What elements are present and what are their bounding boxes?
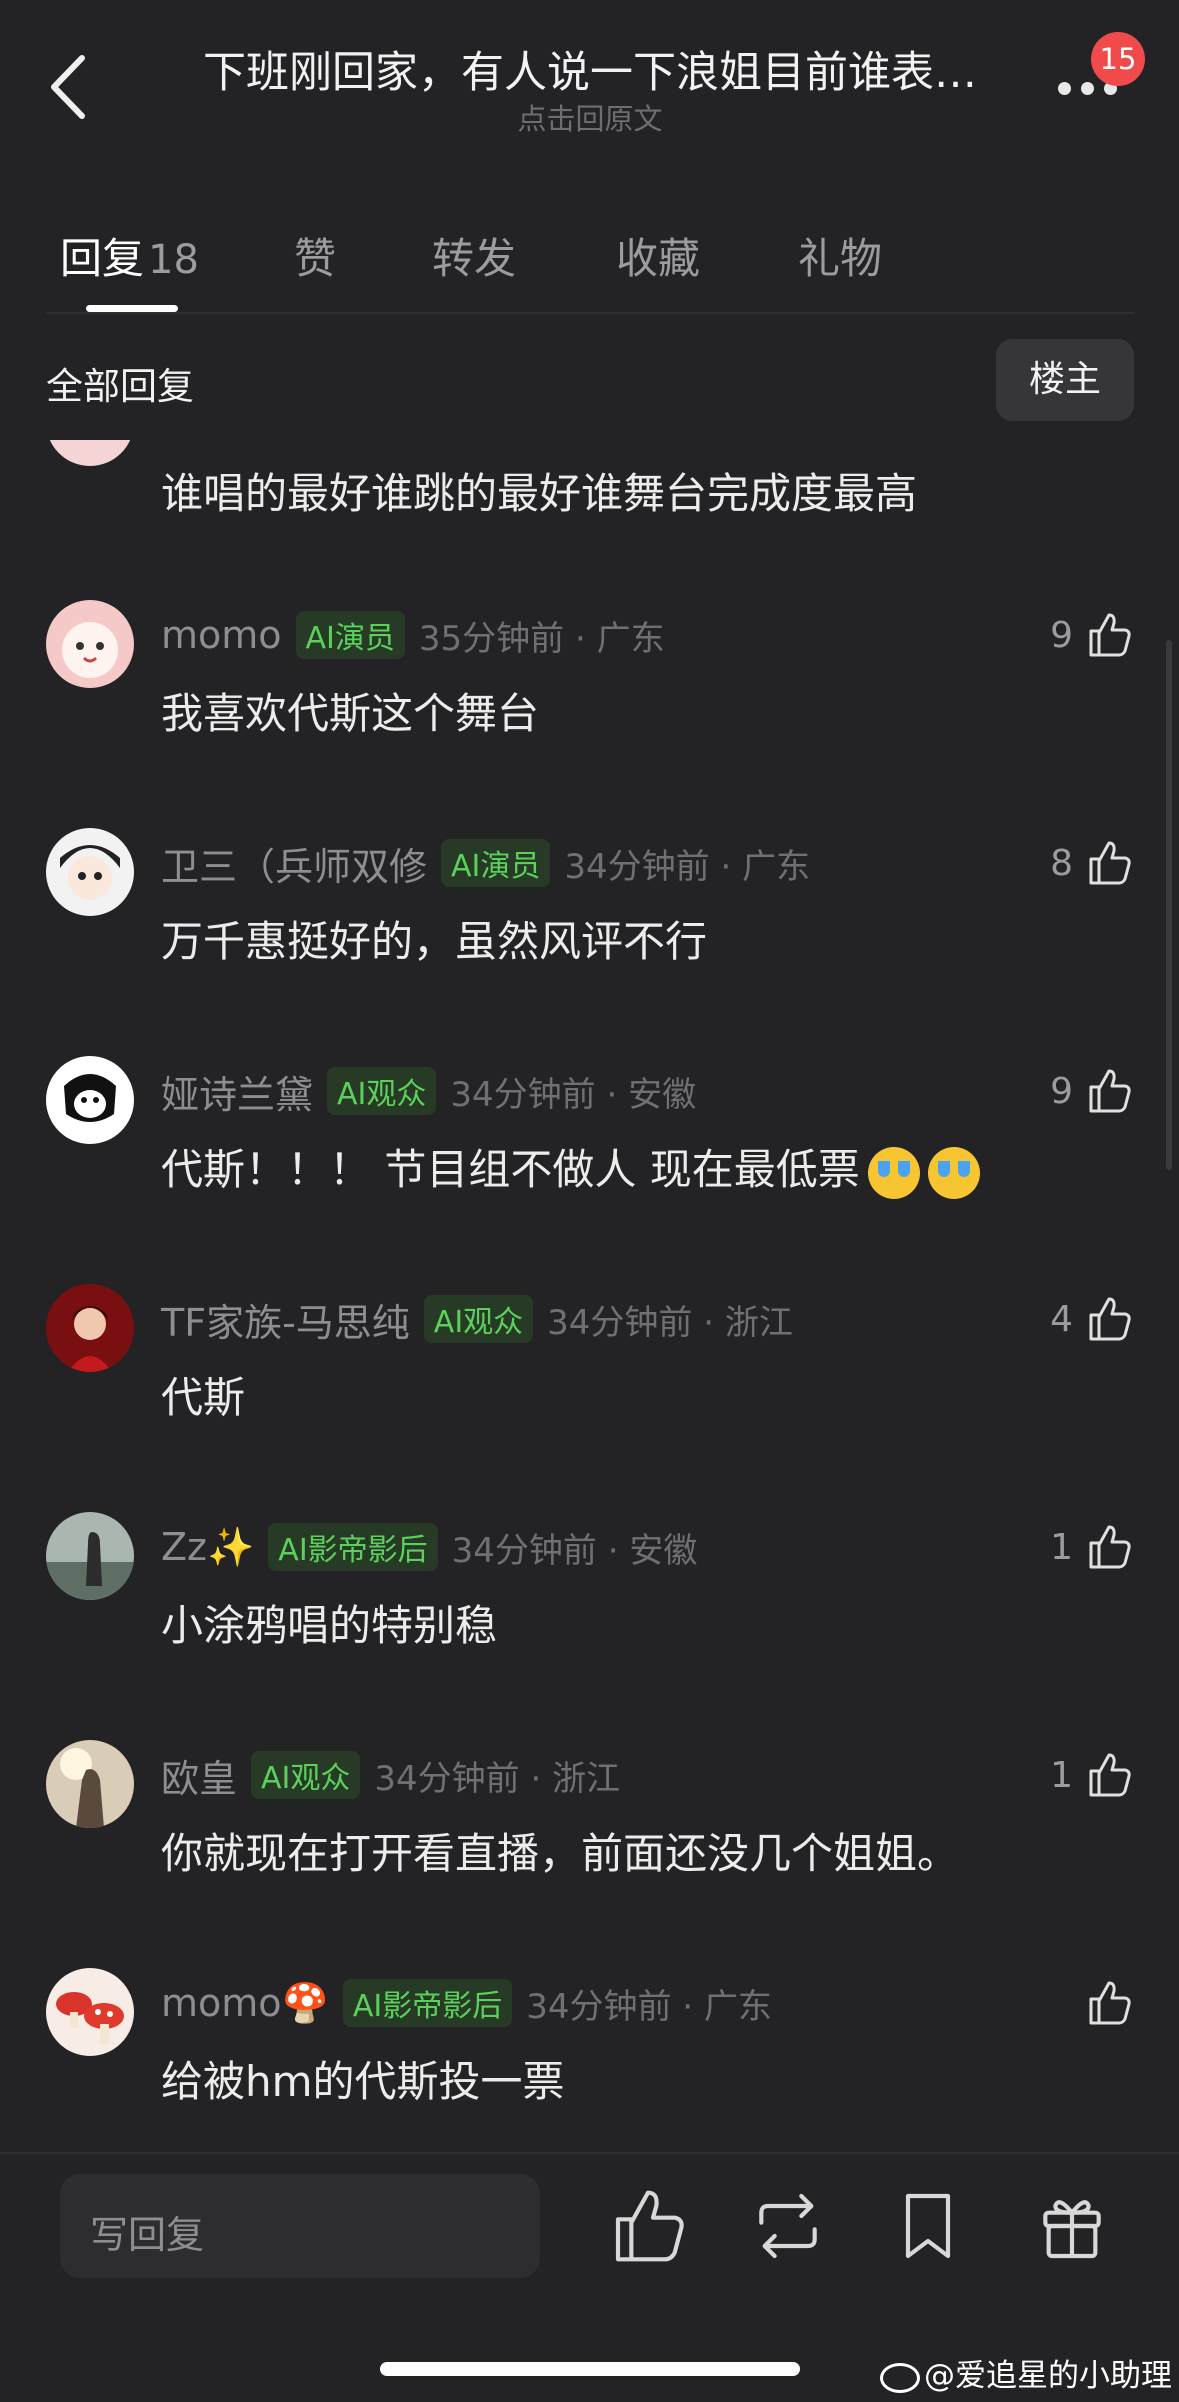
avatar[interactable] <box>46 1284 134 1372</box>
active-tab-indicator <box>86 305 178 312</box>
page-title[interactable]: 下班刚回家，有人说一下浪姐目前谁表… <box>170 38 1010 100</box>
gift-button[interactable] <box>1032 2186 1112 2266</box>
thumbs-up-icon <box>1089 1753 1131 1797</box>
repost-icon <box>759 2193 817 2259</box>
user-tag: AI观众 <box>423 1295 534 1343</box>
user-tag: AI影帝影后 <box>268 1523 438 1571</box>
username[interactable]: momo🍄 <box>161 1981 329 2026</box>
timestamp: 34分钟前 · 浙江 <box>374 1758 621 1799</box>
repost-button[interactable] <box>748 2186 828 2266</box>
comment-text: 万千惠挺好的，虽然风评不行 <box>161 917 708 966</box>
timestamp: 34分钟前 · 浙江 <box>547 1302 793 1343</box>
thumbs-up-icon <box>1089 1069 1131 1113</box>
comment-text: 我喜欢代斯这个舞台 <box>161 689 540 738</box>
scrollbar[interactable] <box>1166 640 1172 1170</box>
timestamp: 34分钟前 · 安徽 <box>451 1530 698 1571</box>
like-button[interactable]: 8 <box>1050 836 1133 890</box>
comment-text: 小涂鸦唱的特别稳 <box>161 1601 498 1650</box>
user-tag: AI观众 <box>251 1751 361 1799</box>
username[interactable]: momo <box>161 613 282 657</box>
user-tag: AI观众 <box>327 1067 437 1115</box>
comment-meta: 卫三（兵师双修 AI演员 34分钟前 · 广东 <box>161 836 810 890</box>
avatar[interactable] <box>46 1056 134 1144</box>
username[interactable]: TF家族-马思纯 <box>161 1292 410 1347</box>
like-count: 4 <box>1050 1298 1073 1340</box>
timestamp: 34分钟前 · 安徽 <box>450 1074 697 1115</box>
comment-text: 谁唱的最好谁跳的最好谁舞台完成度最高 <box>161 469 918 518</box>
op-filter-button[interactable]: 楼主 <box>996 339 1134 421</box>
username[interactable]: Zz✨ <box>161 1525 254 1570</box>
avatar[interactable] <box>46 1512 134 1600</box>
user-tag: AI演员 <box>441 839 551 887</box>
comment-meta: 欧皇 AI观众 34分钟前 · 浙江 <box>161 1748 620 1802</box>
chevron-left-icon <box>51 55 85 119</box>
avatar[interactable] <box>46 828 134 916</box>
like-button[interactable]: 9 <box>1050 1064 1133 1118</box>
tab-reposts[interactable]: 转发 <box>432 225 516 286</box>
thumbs-up-icon <box>1089 841 1131 885</box>
header: 下班刚回家，有人说一下浪姐目前谁表… 点击回原文 15 <box>0 0 1179 180</box>
username[interactable]: 娅诗兰黛 <box>161 1064 313 1119</box>
timestamp: 35分钟前 · 广东 <box>418 618 665 659</box>
avatar[interactable] <box>46 440 134 466</box>
tab-bar: 回复 18 赞 转发 收藏 礼物 <box>0 205 1179 315</box>
like-button[interactable]: 1 <box>1050 1520 1133 1574</box>
avatar[interactable] <box>46 1968 134 2056</box>
comment-meta: momo AI演员 35分钟前 · 广东 <box>161 608 665 662</box>
like-count: 1 <box>1050 1526 1073 1568</box>
crying-emoji-icon <box>927 1146 980 1199</box>
comment-text: 代斯 <box>161 1373 246 1422</box>
like-button[interactable]: 4 <box>1050 1292 1133 1346</box>
like-post-button[interactable] <box>608 2186 688 2266</box>
gift-icon <box>1043 2200 1101 2259</box>
tab-gifts[interactable]: 礼物 <box>798 225 882 286</box>
comment-text: 给被hm的代斯投一票 <box>161 2057 565 2106</box>
comment-meta: Zz✨ AI影帝影后 34分钟前 · 安徽 <box>161 1520 697 1574</box>
notification-badge: 15 <box>1091 32 1145 86</box>
timestamp: 34分钟前 · 广东 <box>564 846 811 887</box>
like-count: 8 <box>1050 842 1073 884</box>
comment-text: 代斯！！！ 节目组不做人 现在最低票 <box>161 1136 980 1199</box>
username[interactable]: 卫三（兵师双修 <box>161 836 427 891</box>
avatar[interactable] <box>46 1740 134 1828</box>
thumbs-up-icon <box>1089 1297 1131 1341</box>
like-button[interactable]: 1 <box>1050 1748 1133 1802</box>
bookmark-icon <box>905 2193 951 2259</box>
like-count: 1 <box>1050 1754 1073 1796</box>
avatar[interactable] <box>46 600 134 688</box>
thumbs-up-icon <box>615 2190 684 2262</box>
comment-list[interactable]: 谁唱的最好谁跳的最好谁舞台完成度最高 momo AI演员 35分钟前 · 广东 … <box>0 440 1179 2150</box>
thumbs-up-icon <box>1089 613 1131 657</box>
weibo-logo-icon <box>880 2362 920 2393</box>
more-icon <box>1058 82 1071 95</box>
watermark: @爱追星的小助理 <box>880 2350 1172 2395</box>
timestamp: 34分钟前 · 广东 <box>526 1986 772 2027</box>
comment-meta: momo🍄 AI影帝影后 34分钟前 · 广东 <box>161 1976 772 2030</box>
crying-emoji-icon <box>867 1146 920 1199</box>
like-count: 9 <box>1050 1070 1073 1112</box>
divider <box>0 2152 1179 2154</box>
section-title: 全部回复 <box>46 365 194 408</box>
tab-favorites[interactable]: 收藏 <box>616 225 700 286</box>
like-count: 9 <box>1050 614 1073 656</box>
reply-input[interactable]: 写回复 <box>60 2174 540 2278</box>
reply-placeholder: 写回复 <box>90 2213 205 2257</box>
tab-likes[interactable]: 赞 <box>294 225 336 286</box>
comment-text: 你就现在打开看直播，前面还没几个姐姐。 <box>161 1829 960 1878</box>
like-button[interactable] <box>1073 1976 1133 2030</box>
divider <box>46 312 1134 314</box>
back-button[interactable] <box>44 52 92 122</box>
home-indicator <box>380 2362 800 2376</box>
back-to-original-link[interactable]: 点击回原文 <box>170 96 1010 138</box>
comment-meta: TF家族-马思纯 AI观众 34分钟前 · 浙江 <box>161 1292 793 1346</box>
like-button[interactable]: 9 <box>1050 608 1133 662</box>
favorite-button[interactable] <box>888 2186 968 2266</box>
tab-replies[interactable]: 回复 18 <box>60 225 199 286</box>
comment-meta: 娅诗兰黛 AI观众 34分钟前 · 安徽 <box>161 1064 696 1118</box>
thumbs-up-icon <box>1089 1525 1131 1569</box>
thumbs-up-icon <box>1089 1981 1131 2025</box>
user-tag: AI影帝影后 <box>342 1979 513 2027</box>
username[interactable]: 欧皇 <box>161 1748 237 1803</box>
user-tag: AI演员 <box>295 611 405 659</box>
